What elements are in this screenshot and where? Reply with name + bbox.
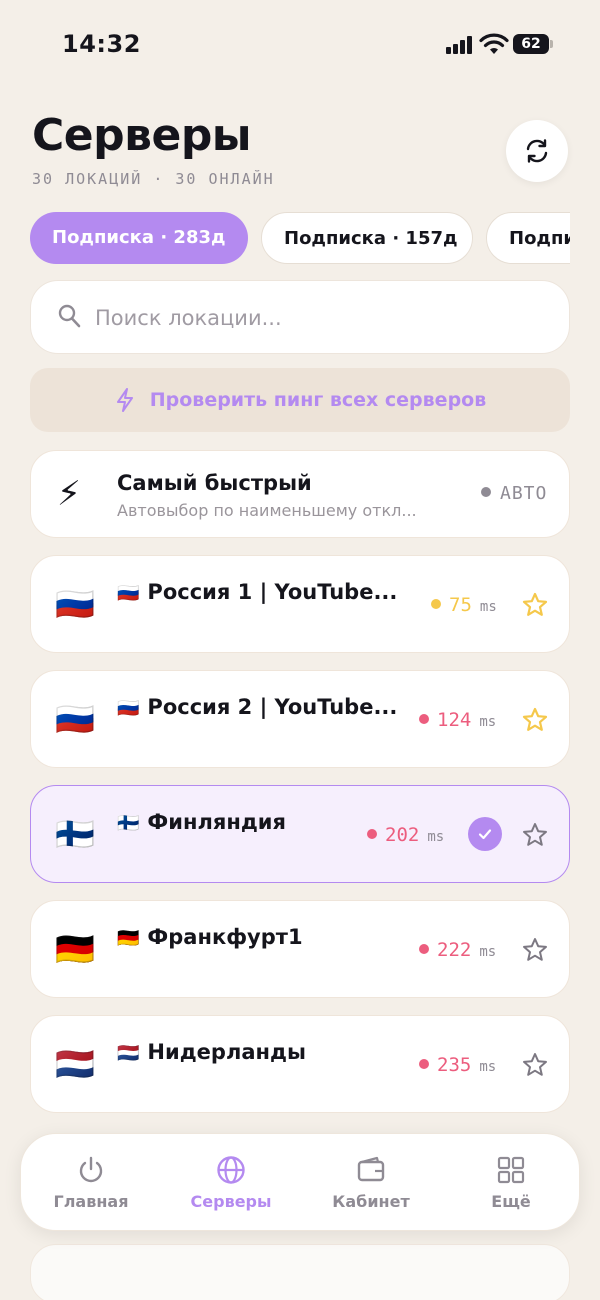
selected-check-icon (468, 817, 502, 851)
star-icon[interactable] (521, 821, 549, 849)
star-icon[interactable] (521, 936, 549, 964)
search-icon (58, 304, 81, 328)
globe-icon (217, 1156, 245, 1184)
status-time: 14:32 (62, 30, 141, 58)
server-name: 🇷🇺 Россия 1 | YouTube... (117, 580, 398, 604)
nav-item-home[interactable]: Главная (21, 1134, 161, 1232)
battery-level: 62 (513, 34, 549, 54)
subscription-chip[interactable]: Подписка · 157д (261, 212, 473, 264)
server-card-frankfurt[interactable]: 🇩🇪 🇩🇪 Франкфурт1 222 ms (30, 900, 570, 998)
ping-all-button[interactable]: Проверить пинг всех серверов (30, 368, 570, 432)
status-bar: 14:32 62 (0, 0, 600, 90)
page-title: Серверы (32, 110, 252, 161)
subscription-chips: Подписка · 283д Подписка · 157д Подписка (30, 212, 570, 266)
cellular-signal-icon (446, 36, 474, 54)
ping-value: 75 ms (431, 594, 497, 616)
battery-indicator: 62 (513, 34, 553, 54)
nav-label: Ещё (491, 1192, 531, 1211)
search-input[interactable] (95, 299, 535, 337)
subscription-chip[interactable]: Подписка (486, 212, 570, 264)
auto-server-description: Автовыбор по наименьшему откл... (117, 501, 417, 520)
country-flag: 🇩🇪 (55, 930, 95, 968)
search-bar (30, 280, 570, 354)
server-card-netherlands[interactable]: 🇳🇱 🇳🇱 Нидерланды 235 ms (30, 1015, 570, 1113)
wallet-icon (357, 1156, 385, 1182)
power-icon (79, 1156, 103, 1183)
ping-all-label: Проверить пинг всех серверов (149, 389, 487, 411)
server-card-finland[interactable]: 🇫🇮 🇫🇮 Финляндия 202 ms (30, 785, 570, 883)
page-subtitle: 30 ЛОКАЦИЙ · 30 ОНЛАЙН (32, 170, 275, 188)
nav-item-account[interactable]: Кабинет (301, 1134, 441, 1232)
server-name: 🇩🇪 Франкфурт1 (117, 925, 303, 949)
list-item (30, 1244, 570, 1300)
nav-label: Серверы (190, 1192, 272, 1211)
star-icon[interactable] (521, 591, 549, 619)
ping-value: 202 ms (367, 824, 444, 846)
auto-server-title: Самый быстрый (117, 471, 312, 495)
lightning-icon: ⚡ (57, 474, 81, 514)
server-name: 🇳🇱 Нидерланды (117, 1040, 306, 1064)
server-name: 🇫🇮 Финляндия (117, 810, 287, 834)
star-icon[interactable] (521, 706, 549, 734)
nav-label: Кабинет (332, 1192, 410, 1211)
nav-item-more[interactable]: Ещё (441, 1134, 581, 1232)
server-card-russia-2[interactable]: 🇷🇺 🇷🇺 Россия 2 | YouTube... 124 ms (30, 670, 570, 768)
ping-value: 235 ms (419, 1054, 496, 1076)
ping-value: 124 ms (419, 709, 496, 731)
subscription-chip[interactable]: Подписка · 283д (30, 212, 248, 264)
wifi-icon (479, 33, 509, 54)
server-name: 🇷🇺 Россия 2 | YouTube... (117, 695, 398, 719)
grid-icon (497, 1156, 525, 1184)
auto-badge: АВТО (481, 483, 547, 504)
refresh-button[interactable] (506, 120, 568, 182)
lightning-icon (116, 388, 133, 412)
ping-value: 222 ms (419, 939, 496, 961)
nav-item-servers[interactable]: Серверы (161, 1134, 301, 1232)
auto-server-card[interactable]: ⚡ Самый быстрый Автовыбор по наименьшему… (30, 450, 570, 538)
refresh-icon (526, 139, 548, 163)
nav-label: Главная (53, 1192, 129, 1211)
star-icon[interactable] (521, 1051, 549, 1079)
country-flag: 🇷🇺 (55, 700, 95, 738)
country-flag: 🇳🇱 (55, 1045, 95, 1083)
server-card-russia-1[interactable]: 🇷🇺 🇷🇺 Россия 1 | YouTube... 75 ms (30, 555, 570, 653)
bottom-navigation: Главная Серверы Кабинет Ещё (20, 1133, 580, 1231)
country-flag: 🇫🇮 (55, 815, 95, 853)
country-flag: 🇷🇺 (55, 585, 95, 623)
